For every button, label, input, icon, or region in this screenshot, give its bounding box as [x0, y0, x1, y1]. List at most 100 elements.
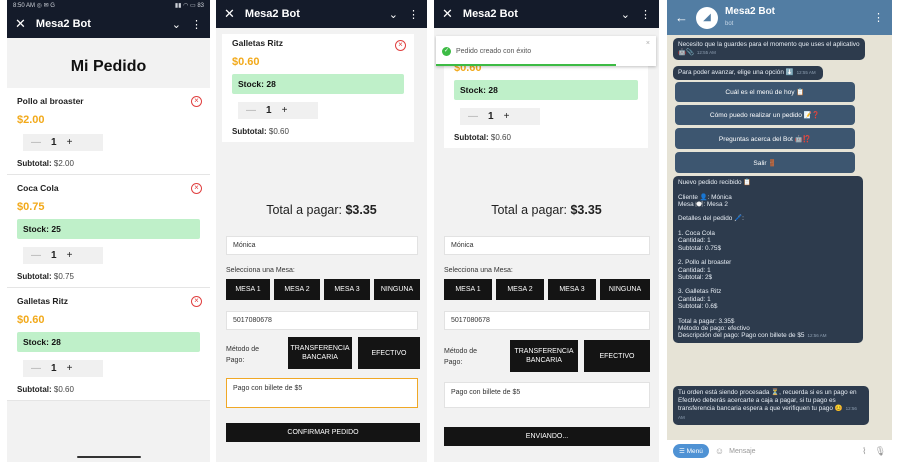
item-subtotal: Subtotal: $0.75: [17, 272, 200, 281]
minus-icon[interactable]: —: [246, 105, 256, 116]
transferencia-button[interactable]: TRANSFERENCIA BANCARIA: [510, 340, 578, 372]
mic-icon[interactable]: 🎙: [875, 446, 886, 457]
attach-icon[interactable]: ⌇: [862, 446, 866, 457]
quantity-value: 1: [51, 363, 57, 374]
minus-icon[interactable]: —: [31, 250, 41, 261]
toast-close-icon[interactable]: ×: [646, 40, 650, 47]
remove-icon[interactable]: ×: [395, 40, 406, 51]
more-icon[interactable]: ⋮: [191, 18, 202, 31]
minus-icon[interactable]: —: [31, 363, 41, 374]
close-icon[interactable]: ✕: [442, 6, 453, 22]
remove-icon[interactable]: ×: [191, 183, 202, 194]
plus-icon[interactable]: +: [504, 111, 510, 122]
minus-icon[interactable]: —: [31, 137, 41, 148]
quantity-stepper[interactable]: — 1 +: [23, 134, 103, 151]
header-title: Mesa2 Bot: [244, 8, 300, 20]
metodo-label: Método de Pago:: [444, 348, 478, 366]
header-title: Mesa2 Bot: [462, 8, 518, 20]
keyboard-button-menu[interactable]: Cuál es el menú de hoy 📋: [675, 82, 855, 102]
subtotal-value: $2.00: [53, 159, 74, 168]
ninguna-button[interactable]: NINGUNA: [600, 279, 650, 300]
nav-gesture-bar: [77, 456, 141, 458]
back-arrow-icon[interactable]: ←: [675, 10, 688, 25]
keyboard-button-bot-questions[interactable]: Preguntas acerca del Bot 🤖⁉️: [675, 128, 855, 149]
quantity-stepper[interactable]: — 1 +: [238, 102, 318, 119]
quantity-stepper[interactable]: — 1 +: [460, 108, 540, 125]
check-circle-icon: ✓: [442, 46, 451, 56]
page-title: Mi Pedido: [70, 58, 147, 75]
keyboard-button-exit[interactable]: Salir 🚪: [675, 152, 855, 173]
app-header: ✕ Mesa2 Bot ⌄ ⋮: [7, 10, 210, 38]
name-input[interactable]: Mónica: [444, 236, 650, 255]
plus-icon[interactable]: +: [67, 137, 73, 148]
toast-progress: [436, 64, 616, 66]
mesa-label: Selecciona una Mesa:: [444, 267, 513, 274]
mesa-2-button[interactable]: MESA 2: [274, 279, 320, 300]
item-price: $2.00: [17, 114, 45, 126]
mesa-1-button[interactable]: MESA 1: [226, 279, 270, 300]
item-subtotal: Subtotal: $0.60: [454, 133, 638, 142]
ninguna-button[interactable]: NINGUNA: [374, 279, 420, 300]
chevron-down-icon[interactable]: ⌄: [621, 8, 630, 21]
quantity-value: 1: [488, 111, 494, 122]
close-icon[interactable]: ✕: [224, 6, 235, 22]
close-icon[interactable]: ✕: [15, 16, 26, 32]
chevron-down-icon[interactable]: ⌄: [172, 18, 181, 31]
subtotal-label: Subtotal:: [17, 385, 52, 394]
panel-checkout: ✕ Mesa2 Bot ⌄ ⋮ Galletas Ritz × $0.60 St…: [216, 0, 427, 462]
minus-icon[interactable]: —: [468, 111, 478, 122]
total-label: Total a pagar:: [491, 203, 567, 217]
toast-message: Pedido creado con éxito: [456, 47, 532, 55]
bot-avatar[interactable]: ◢: [696, 6, 718, 29]
quantity-value: 1: [51, 137, 57, 148]
mesa-1-button[interactable]: MESA 1: [444, 279, 492, 300]
mesa-2-button[interactable]: MESA 2: [496, 279, 544, 300]
message-bubble: Nuevo pedido recibido 📋 Cliente 👤: Mónic…: [673, 176, 863, 343]
message-bubble: Para poder avanzar, elige una opción ⬇️ 1…: [673, 66, 823, 81]
subtotal-value: $0.75: [53, 272, 74, 281]
total-value: $3.35: [570, 203, 602, 217]
name-input[interactable]: Mónica: [226, 236, 418, 255]
status-left: 8:50 AM ◎ ✉ G: [13, 2, 55, 9]
chat-subtitle: bot: [725, 20, 734, 27]
nota-textarea[interactable]: Pago con billete de $5: [444, 382, 650, 408]
quantity-stepper[interactable]: — 1 +: [23, 360, 103, 377]
subtotal-label: Subtotal:: [17, 272, 52, 281]
confirm-button[interactable]: CONFIRMAR PEDIDO: [226, 423, 420, 442]
menu-button[interactable]: ☰ Menú: [673, 444, 709, 458]
telegram-chat: ← ◢ Mesa2 Bot bot ⋮ Necesito que la guar…: [667, 0, 892, 462]
more-icon[interactable]: ⋮: [873, 11, 884, 24]
efectivo-button[interactable]: EFECTIVO: [358, 337, 420, 369]
transferencia-button[interactable]: TRANSFERENCIA BANCARIA: [288, 337, 352, 369]
mesa-3-button[interactable]: MESA 3: [324, 279, 370, 300]
message-input[interactable]: Mensaje: [729, 448, 862, 455]
remove-icon[interactable]: ×: [191, 96, 202, 107]
phone-input[interactable]: 5017080678: [444, 311, 650, 330]
remove-icon[interactable]: ×: [191, 296, 202, 307]
plus-icon[interactable]: +: [67, 250, 73, 261]
more-icon[interactable]: ⋮: [640, 8, 651, 21]
chevron-down-icon[interactable]: ⌄: [389, 8, 398, 21]
panel-mi-pedido: 8:50 AM ◎ ✉ G ▮▮ ◠ ▭ 83 ✕ Mesa2 Bot ⌄ ⋮ M…: [7, 0, 210, 462]
total-to-pay: Total a pagar: $3.35: [216, 203, 427, 217]
quantity-value: 1: [266, 105, 272, 116]
efectivo-button[interactable]: EFECTIVO: [584, 340, 650, 372]
item-price: $0.60: [232, 56, 260, 68]
keyboard-button-how-to-order[interactable]: Cómo puedo realizar un pedido 📝❓: [675, 105, 855, 125]
item-name: Galletas Ritz: [232, 38, 284, 48]
item-subtotal: Subtotal: $2.00: [17, 159, 200, 168]
more-icon[interactable]: ⋮: [408, 8, 419, 21]
sending-button[interactable]: ENVIANDO...: [444, 427, 650, 446]
item-price: $0.60: [17, 314, 45, 326]
mesa-3-button[interactable]: MESA 3: [548, 279, 596, 300]
panel-telegram: ← ◢ Mesa2 Bot bot ⋮ Necesito que la guar…: [667, 0, 892, 462]
chat-title: Mesa2 Bot: [725, 5, 776, 17]
phone-input[interactable]: 5017080678: [226, 311, 418, 330]
plus-icon[interactable]: +: [67, 363, 73, 374]
emoji-icon[interactable]: ☺: [715, 446, 724, 456]
order-item: Pollo al broaster × $2.00 — 1 + Subtotal: …: [7, 88, 210, 175]
nota-textarea[interactable]: Pago con billete de $5: [226, 378, 418, 408]
item-name: Pollo al broaster: [17, 96, 84, 106]
quantity-stepper[interactable]: — 1 +: [23, 247, 103, 264]
plus-icon[interactable]: +: [282, 105, 288, 116]
